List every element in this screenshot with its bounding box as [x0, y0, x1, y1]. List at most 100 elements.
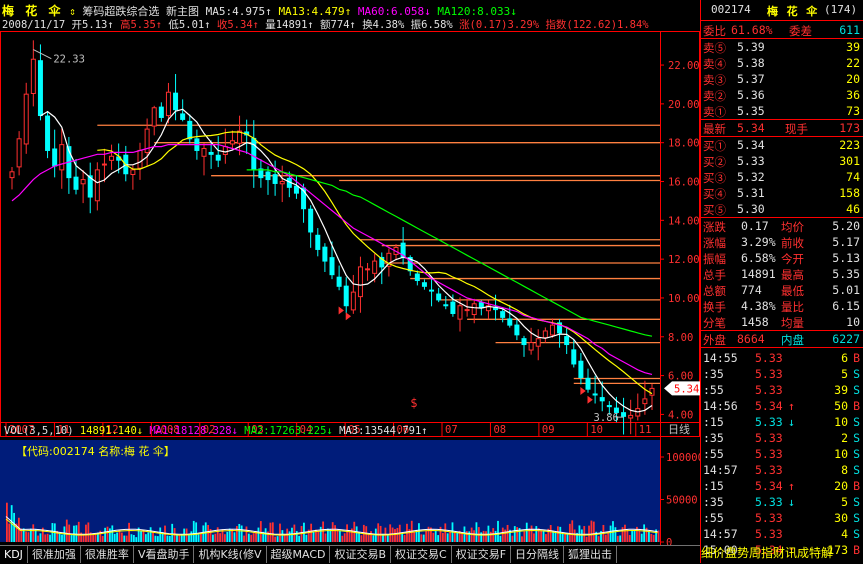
volume-bar	[626, 529, 629, 542]
tab-5[interactable]: 超级MACD	[267, 546, 331, 563]
volume-bar	[561, 533, 564, 542]
volume-bar	[358, 532, 360, 542]
tick-price: 5.33	[755, 527, 783, 541]
buy-row[interactable]: 买③ 5.32 74	[701, 169, 863, 185]
candle-body	[30, 58, 36, 94]
volume-bar	[540, 530, 543, 542]
candle-body	[606, 405, 612, 408]
volume-bar	[554, 532, 557, 542]
tab-8[interactable]: 权证交易F	[452, 546, 512, 563]
volume-bar	[485, 531, 487, 542]
volume-bar	[37, 535, 39, 542]
candle-body	[229, 140, 235, 145]
volume-bar	[87, 522, 90, 542]
volume-bar	[168, 535, 171, 542]
tick-side: B	[853, 351, 860, 365]
vol-ma3: MA3:13544.791↑	[339, 425, 428, 437]
buy-label: 买②	[703, 155, 726, 169]
candle-body	[151, 107, 157, 127]
weibi-row: 委比 61.68% 委差 611	[701, 22, 863, 38]
waipan-value: 8664	[737, 332, 765, 346]
tick-row: :55 5.33 39 S	[701, 382, 863, 398]
volume-bar	[640, 533, 643, 542]
volume-bar	[152, 531, 154, 542]
tick-volume: 2	[841, 431, 848, 445]
volume-bar	[245, 526, 248, 542]
volume-bar	[49, 534, 51, 542]
tab-1[interactable]: 很准加强	[28, 546, 81, 563]
candle-body	[265, 171, 271, 181]
buy-row[interactable]: 买④ 5.31 158	[701, 185, 863, 201]
tick-price: 5.34	[755, 479, 783, 493]
tick-time: :15	[703, 479, 724, 493]
tab-9[interactable]: 日分隔线	[511, 546, 565, 563]
stock-name: 梅 花 伞	[2, 4, 63, 18]
buy-row[interactable]: 买② 5.33 301	[701, 153, 863, 169]
sell-row[interactable]: 卖③ 5.37 20	[701, 71, 863, 87]
tick-arrow: ↑	[788, 479, 795, 493]
sell-row[interactable]: 卖④ 5.38 22	[701, 55, 863, 71]
tab-2[interactable]: 很准胜率	[81, 546, 134, 563]
candle-body	[137, 149, 143, 169]
xianshou-value: 173	[839, 121, 860, 135]
candle-body	[357, 266, 363, 298]
volume-bar	[628, 535, 631, 542]
candle-body	[478, 302, 484, 309]
sell-row[interactable]: 卖⑤ 5.39 39	[701, 39, 863, 55]
candle-body	[521, 338, 527, 346]
volume-bar	[475, 522, 478, 542]
volume-bar	[348, 530, 351, 542]
tick-price: 5.33	[755, 351, 783, 365]
sell-row[interactable]: 卖① 5.35 73	[701, 103, 863, 119]
volume-bar	[578, 525, 581, 542]
volume-bar	[564, 533, 566, 542]
xianshou-label: 现手	[785, 122, 808, 136]
y-tick-label: 4.00	[668, 409, 693, 421]
tab-3[interactable]: V看盘助手	[134, 546, 195, 563]
buy-row[interactable]: 买① 5.34 223	[701, 137, 863, 153]
buy-price: 5.32	[737, 170, 765, 184]
candle-body	[507, 318, 513, 326]
volume-bar	[533, 533, 535, 542]
volume-bar	[94, 533, 97, 542]
tick-time: :15	[703, 415, 724, 429]
volume-bar	[521, 536, 523, 542]
candle-body	[528, 342, 534, 351]
volume-bar	[556, 526, 559, 542]
volume-bar	[113, 533, 116, 542]
volume-bar	[494, 530, 497, 542]
panel-bottom-bar[interactable]: 细价盘势周指财讯成特解	[701, 543, 863, 563]
volume-bar	[432, 532, 435, 542]
kline-chart[interactable]: 22.00 20.00 18.00 16.00 14.00 12.00 10.00 8.00 6…	[0, 0, 700, 545]
quote-amount: 额774↑	[320, 19, 356, 31]
volume-bar	[317, 531, 320, 542]
volume-bar	[499, 535, 502, 542]
panel-stock-code: 002174	[711, 3, 751, 16]
tab-7[interactable]: 权证交易C	[391, 546, 452, 563]
tab-4[interactable]: 机构K线(修V	[194, 546, 267, 563]
volume-bar	[166, 535, 169, 542]
sell-row[interactable]: 卖② 5.36 36	[701, 87, 863, 103]
volume-bar	[552, 531, 554, 542]
tick-row: :35 5.33 2 S	[701, 430, 863, 446]
tick-arrow: ↓	[788, 495, 795, 509]
candle-body	[329, 257, 335, 276]
candle-body	[73, 176, 79, 190]
buy-row[interactable]: 买⑤ 5.30 46	[701, 201, 863, 217]
quote-low: 低5.01↑	[168, 19, 211, 31]
candle-body	[592, 393, 598, 396]
volume-bar	[252, 533, 255, 542]
volume-bar	[372, 535, 375, 542]
tab-10[interactable]: 狐狸出击	[564, 546, 618, 563]
tick-volume: 39	[834, 383, 848, 397]
tick-price: 5.33	[755, 495, 783, 509]
volume-bar	[473, 530, 475, 542]
volume-bar	[609, 525, 612, 542]
tick-side: S	[853, 367, 860, 381]
latest-row: 最新 5.34 现手 173	[701, 120, 863, 136]
tab-6[interactable]: 权证交易B	[330, 546, 392, 563]
volume-bar	[250, 534, 253, 542]
candle-body	[599, 397, 605, 402]
y-tick-label: 20.00	[668, 99, 700, 111]
tab-0[interactable]: KDJ	[0, 546, 28, 563]
